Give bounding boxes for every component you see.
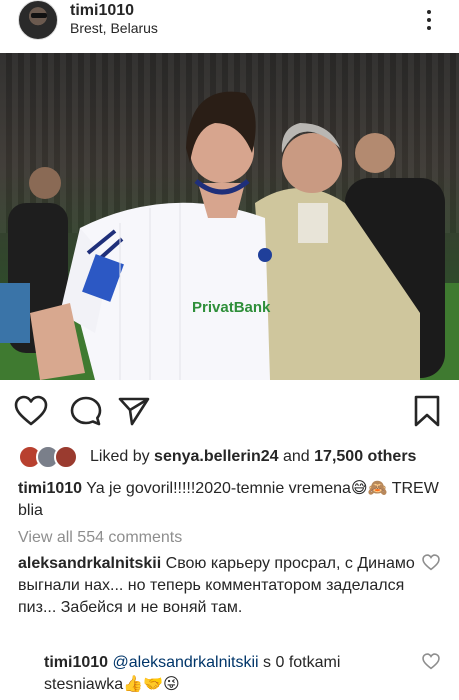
comment-username[interactable]: aleksandrkalnitskii	[18, 555, 161, 572]
liker-username[interactable]: senya.bellerin24	[154, 448, 279, 465]
heart-icon[interactable]	[14, 395, 48, 427]
post-location[interactable]: Brest, Belarus	[70, 20, 158, 36]
heart-icon[interactable]	[422, 653, 440, 670]
post-username[interactable]: timi1010	[70, 2, 134, 20]
comment-item: aleksandrkalnitskii Свою карьеру просрал…	[18, 553, 418, 619]
post-photo[interactable]: PrivatBank	[0, 53, 459, 380]
post-caption: timi1010 Ya je govoril!!!!!2020-temnie v…	[18, 478, 448, 522]
caption-username[interactable]: timi1010	[18, 480, 82, 497]
post-header: timi1010 Brest, Belarus	[0, 0, 459, 50]
heart-icon[interactable]	[422, 554, 440, 571]
liked-by-text: Liked by senya.bellerin24 and 17,500 oth…	[90, 448, 417, 465]
jersey-sponsor: PrivatBank	[192, 299, 271, 316]
likes-count[interactable]: 17,500 others	[314, 448, 416, 465]
action-bar	[0, 392, 459, 432]
send-icon[interactable]	[117, 395, 151, 427]
more-vertical-icon[interactable]	[420, 8, 438, 32]
view-all-comments-link[interactable]: View all 554 comments	[18, 529, 182, 547]
comment-reply: timi1010 @aleksandrkalnitskii s 0 fotkam…	[44, 652, 414, 696]
bookmark-icon[interactable]	[413, 395, 441, 427]
caption-text: Ya je govoril!!!!!2020-temnie vremena😅🙈 …	[18, 480, 439, 519]
comment-mention[interactable]: @aleksandrkalnitskii	[113, 654, 259, 671]
comment-icon[interactable]	[69, 395, 103, 427]
liker-avatar	[54, 445, 78, 469]
likes-row[interactable]: Liked by senya.bellerin24 and 17,500 oth…	[0, 444, 459, 470]
avatar[interactable]	[18, 0, 58, 40]
comment-username[interactable]: timi1010	[44, 654, 108, 671]
